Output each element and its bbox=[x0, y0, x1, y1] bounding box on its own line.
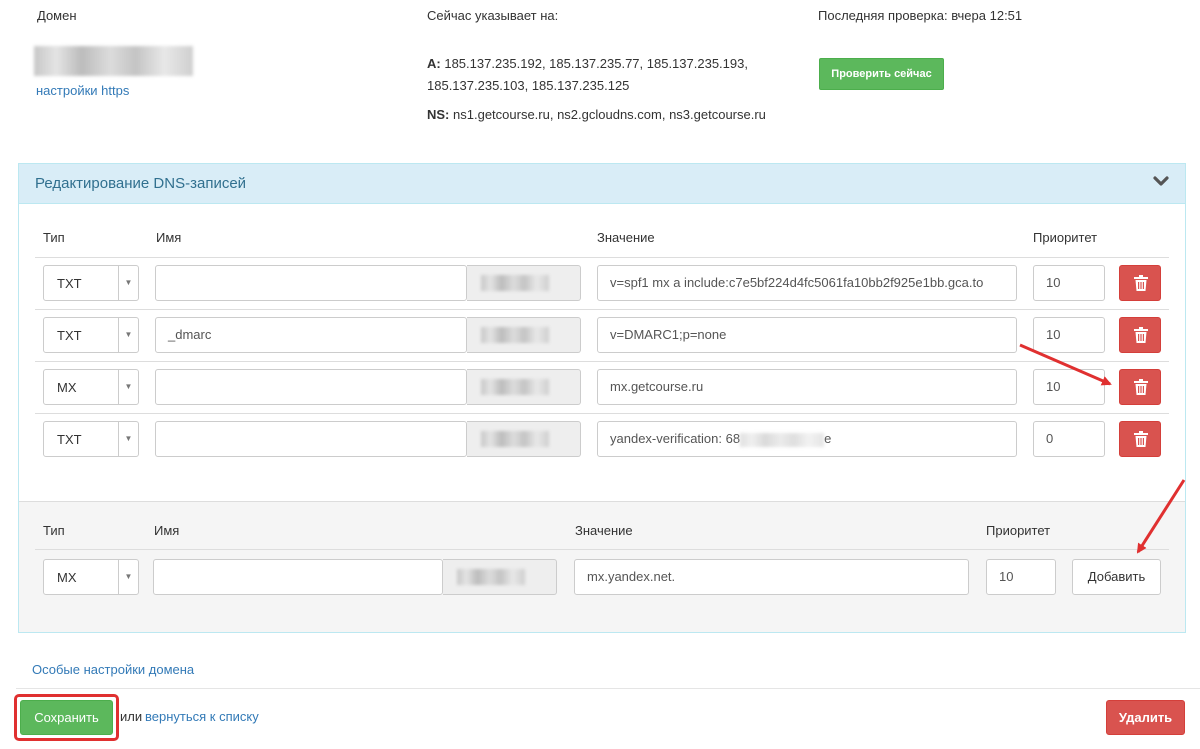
col-header-value: Значение bbox=[597, 230, 655, 245]
record-type-value: MX bbox=[57, 380, 77, 395]
record-name-input[interactable] bbox=[155, 421, 467, 457]
record-name-input[interactable] bbox=[155, 369, 467, 405]
record-priority-input[interactable]: 10 bbox=[1033, 317, 1105, 353]
record-type-select[interactable]: TXT ▼ bbox=[43, 265, 139, 301]
delete-domain-button[interactable]: Удалить bbox=[1106, 700, 1185, 735]
new-record-name-input[interactable] bbox=[153, 559, 443, 595]
new-record-priority-input[interactable]: 10 bbox=[986, 559, 1056, 595]
new-col-header-priority: Приоритет bbox=[986, 523, 1051, 538]
new-col-header-value: Значение bbox=[575, 523, 633, 538]
record-value-input[interactable]: yandex-verification: 68 e bbox=[597, 421, 1017, 457]
col-header-priority: Приоритет bbox=[1033, 230, 1098, 245]
trash-icon bbox=[1134, 431, 1148, 447]
record-name-input[interactable]: _dmarc bbox=[155, 317, 467, 353]
new-col-header-type: Тип bbox=[43, 523, 65, 538]
record-value-input[interactable]: mx.getcourse.ru bbox=[597, 369, 1017, 405]
delete-record-button[interactable] bbox=[1119, 369, 1161, 405]
record-type-value: TXT bbox=[57, 432, 82, 447]
delete-record-button[interactable] bbox=[1119, 317, 1161, 353]
save-button[interactable]: Сохранить bbox=[20, 700, 113, 735]
add-record-button[interactable]: Добавить bbox=[1072, 559, 1161, 595]
trash-icon bbox=[1134, 379, 1148, 395]
chevron-down-icon[interactable] bbox=[1153, 176, 1169, 188]
https-settings-link[interactable]: настройки https bbox=[36, 83, 129, 98]
trash-icon bbox=[1134, 327, 1148, 343]
record-type-select[interactable]: TXT ▼ bbox=[43, 317, 139, 353]
a-records-label: A: bbox=[427, 56, 441, 71]
a-records-text: A: 185.137.235.192, 185.137.235.77, 185.… bbox=[427, 53, 807, 97]
add-record-form: Тип Имя Значение Приоритет MX ▼ mx.yande… bbox=[19, 501, 1185, 632]
ns-records-values: ns1.getcourse.ru, ns2.gcloudns.com, ns3.… bbox=[453, 107, 766, 122]
caret-down-icon: ▼ bbox=[118, 266, 138, 300]
domain-suffix-addon bbox=[467, 421, 581, 457]
domain-label: Домен bbox=[37, 8, 77, 23]
dns-panel-title: Редактирование DNS-записей bbox=[35, 175, 247, 192]
record-priority-input[interactable]: 10 bbox=[1033, 265, 1105, 301]
special-domain-settings-link[interactable]: Особые настройки домена bbox=[32, 662, 194, 677]
caret-down-icon: ▼ bbox=[118, 370, 138, 404]
points-to-label: Сейчас указывает на: bbox=[427, 8, 559, 23]
col-header-type: Тип bbox=[43, 230, 65, 245]
a-records-line2: 185.137.235.103, 185.137.235.125 bbox=[427, 78, 630, 93]
ns-records-label: NS: bbox=[427, 107, 450, 122]
or-text: или bbox=[120, 709, 143, 724]
record-value-input[interactable]: v=spf1 mx a include:c7e5bf224d4fc5061fa1… bbox=[597, 265, 1017, 301]
record-name-input[interactable] bbox=[155, 265, 467, 301]
last-check-label: Последняя проверка: вчера 12:51 bbox=[818, 8, 1023, 23]
delete-record-button[interactable] bbox=[1119, 265, 1161, 301]
record-priority-input[interactable]: 10 bbox=[1033, 369, 1105, 405]
record-value-suffix: e bbox=[824, 431, 832, 446]
new-record-type-select[interactable]: MX ▼ bbox=[43, 559, 139, 595]
caret-down-icon: ▼ bbox=[118, 318, 138, 352]
record-value-input[interactable]: v=DMARC1;p=none bbox=[597, 317, 1017, 353]
delete-record-button[interactable] bbox=[1119, 421, 1161, 457]
record-value-redacted bbox=[740, 432, 825, 447]
col-header-name: Имя bbox=[156, 230, 182, 245]
caret-down-icon: ▼ bbox=[118, 560, 138, 594]
a-records-line1: 185.137.235.192, 185.137.235.77, 185.137… bbox=[444, 56, 748, 71]
dns-records-panel: Редактирование DNS-записей Тип Имя Значе… bbox=[18, 163, 1186, 633]
record-type-select[interactable]: MX ▼ bbox=[43, 369, 139, 405]
domain-suffix-addon bbox=[467, 317, 581, 353]
domain-suffix-addon bbox=[467, 265, 581, 301]
dns-panel-header[interactable]: Редактирование DNS-записей bbox=[19, 164, 1185, 204]
record-priority-input[interactable]: 0 bbox=[1033, 421, 1105, 457]
caret-down-icon: ▼ bbox=[118, 422, 138, 456]
trash-icon bbox=[1134, 275, 1148, 291]
check-now-button[interactable]: Проверить сейчас bbox=[819, 58, 944, 90]
domain-suffix-addon bbox=[467, 369, 581, 405]
domain-name-redacted bbox=[34, 46, 193, 76]
record-type-value: TXT bbox=[57, 328, 82, 343]
record-type-select[interactable]: TXT ▼ bbox=[43, 421, 139, 457]
record-value-prefix: yandex-verification: 68 bbox=[610, 431, 741, 446]
record-type-value: TXT bbox=[57, 276, 82, 291]
new-col-header-name: Имя bbox=[154, 523, 180, 538]
new-record-value-input[interactable]: mx.yandex.net. bbox=[574, 559, 969, 595]
ns-records-text: NS: ns1.getcourse.ru, ns2.gcloudns.com, … bbox=[427, 104, 766, 126]
back-to-list-link[interactable]: вернуться к списку bbox=[145, 709, 259, 724]
new-domain-suffix-addon bbox=[443, 559, 557, 595]
new-record-type-value: MX bbox=[57, 570, 77, 585]
